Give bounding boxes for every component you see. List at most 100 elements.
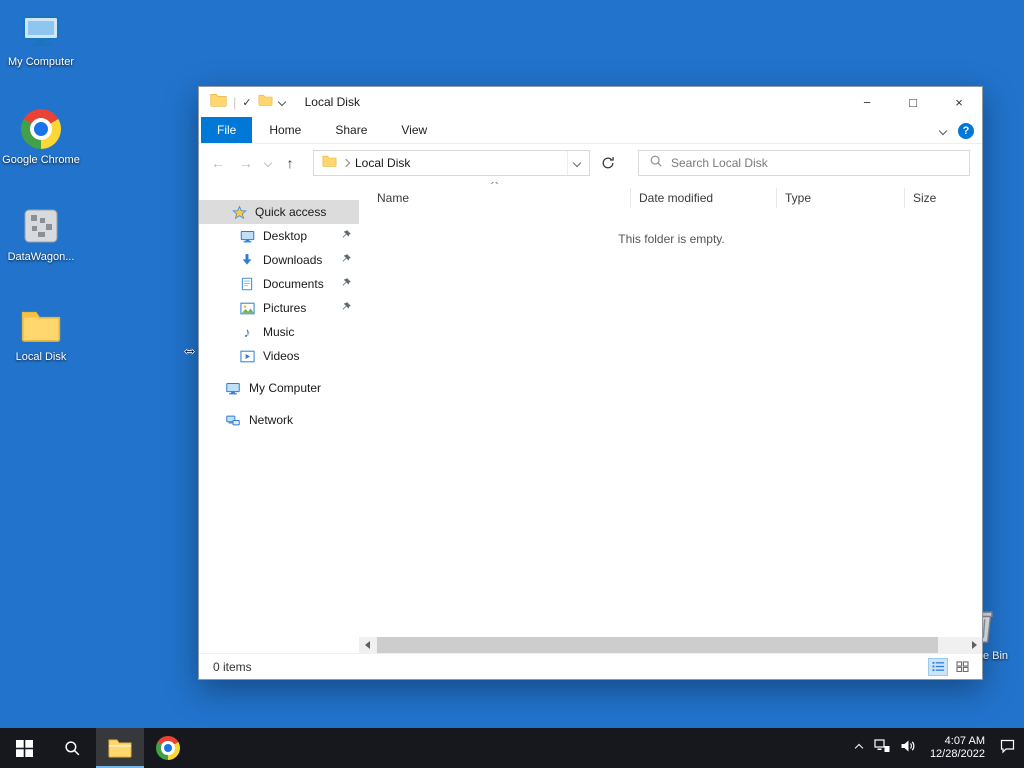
breadcrumb-location[interactable]: Local Disk: [355, 156, 561, 170]
sidebar-item-my-computer[interactable]: My Computer: [199, 376, 359, 400]
sidebar-item-documents[interactable]: Documents: [199, 272, 359, 296]
network-tray-icon[interactable]: [874, 738, 890, 758]
up-button[interactable]: ↑: [279, 155, 301, 171]
window-controls: − □ ×: [844, 87, 982, 117]
qat-separator: |: [233, 94, 237, 110]
scroll-left-button[interactable]: [359, 637, 375, 653]
large-icons-view-button[interactable]: [952, 658, 972, 676]
title-bar[interactable]: | ✓ Local Disk − □ ×: [199, 87, 982, 117]
sidebar-item-label: Quick access: [255, 205, 327, 219]
sidebar-item-label: Downloads: [263, 253, 323, 267]
column-headers: Name Date modified Type Size: [359, 188, 982, 208]
view-toggles: [928, 657, 972, 676]
back-button[interactable]: ←: [207, 155, 229, 171]
pictures-image-icon: [239, 300, 255, 316]
quick-access-star-icon: [231, 204, 247, 220]
column-header-size[interactable]: Size: [905, 188, 982, 208]
forward-button[interactable]: →: [235, 155, 257, 171]
taskbar: 4:07 AM 12/28/2022: [0, 728, 1024, 768]
search-input[interactable]: [671, 156, 961, 170]
status-bar: 0 items: [199, 653, 982, 679]
resize-cursor: ↔: [182, 341, 197, 358]
tab-home[interactable]: Home: [252, 117, 318, 143]
chrome-icon: [20, 108, 62, 150]
desktop-icon-label: Google Chrome: [2, 154, 80, 166]
sidebar-item-label: Desktop: [263, 229, 308, 243]
pin-icon: [340, 253, 353, 266]
desktop-icon-datawagon[interactable]: DataWagon...: [2, 205, 80, 264]
taskbar-chrome-button[interactable]: [144, 728, 192, 768]
address-bar[interactable]: Local Disk: [313, 150, 590, 176]
scrollbar-track[interactable]: [375, 637, 966, 653]
pin-icon: [340, 277, 353, 290]
details-view-button[interactable]: [928, 657, 948, 676]
qat-properties-icon[interactable]: ✓: [242, 96, 251, 109]
horizontal-scrollbar[interactable]: [359, 637, 982, 653]
breadcrumb-chevron-icon[interactable]: [341, 158, 351, 168]
videos-film-icon: [239, 348, 255, 364]
explorer-content: Quick access Desktop Downloads Documents…: [199, 182, 982, 637]
expand-ribbon-chevron-icon[interactable]: [938, 126, 948, 135]
pin-icon: [340, 301, 353, 314]
column-header-type[interactable]: Type: [777, 188, 905, 208]
desktop-icon-google-chrome[interactable]: Google Chrome: [2, 108, 80, 167]
sidebar-item-desktop[interactable]: Desktop: [199, 224, 359, 248]
taskbar-file-explorer-button[interactable]: [96, 728, 144, 768]
desktop-monitor-icon: [239, 228, 255, 244]
close-button[interactable]: ×: [936, 87, 982, 117]
search-box[interactable]: [638, 150, 970, 176]
sidebar-item-quick-access[interactable]: Quick access: [199, 200, 359, 224]
action-center-icon[interactable]: [999, 738, 1016, 759]
item-count: 0 items: [213, 659, 252, 674]
network-icon: [225, 412, 241, 428]
desktop-icon-my-computer[interactable]: My Computer: [2, 10, 80, 69]
tab-view[interactable]: View: [384, 117, 444, 143]
clock-date: 12/28/2022: [929, 748, 985, 760]
scrollbar-thumb[interactable]: [377, 637, 939, 653]
file-list-area: Name Date modified Type Size This folder…: [359, 182, 982, 637]
ribbon-right-controls: ?: [938, 117, 974, 144]
quick-access-toolbar: | ✓ Local Disk: [199, 93, 360, 112]
desktop-icon-local-disk[interactable]: Local Disk: [2, 305, 80, 364]
search-icon: [649, 154, 663, 173]
clock-time: 4:07 AM: [944, 735, 985, 747]
show-hidden-icons-chevron-icon[interactable]: [854, 743, 864, 753]
qat-new-folder-icon[interactable]: [258, 93, 273, 111]
folder-icon: [20, 305, 62, 347]
window-folder-icon: [210, 93, 227, 112]
computer-icon: [225, 380, 241, 396]
my-computer-icon: [20, 10, 62, 52]
address-folder-icon: [322, 154, 337, 172]
sidebar-item-pictures[interactable]: Pictures: [199, 296, 359, 320]
tab-file[interactable]: File: [201, 117, 253, 143]
taskbar-clock[interactable]: 4:07 AM 12/28/2022: [930, 735, 985, 761]
address-dropdown-button[interactable]: [567, 151, 585, 175]
refresh-button[interactable]: [596, 150, 620, 176]
sidebar-item-videos[interactable]: Videos: [199, 344, 359, 368]
empty-folder-message: This folder is empty.: [618, 232, 725, 246]
start-button[interactable]: [0, 728, 48, 768]
explorer-window: | ✓ Local Disk − □ × File Home Share Vie…: [198, 86, 983, 680]
column-header-date-modified[interactable]: Date modified: [631, 188, 777, 208]
volume-tray-icon[interactable]: [900, 739, 916, 758]
sidebar-item-downloads[interactable]: Downloads: [199, 248, 359, 272]
help-button[interactable]: ?: [958, 122, 974, 139]
sort-ascending-icon: [490, 182, 499, 188]
sidebar-item-music[interactable]: ♪ Music: [199, 320, 359, 344]
scroll-right-button[interactable]: [966, 637, 982, 653]
maximize-button[interactable]: □: [890, 87, 936, 117]
qat-customize-chevron-icon[interactable]: [277, 97, 286, 107]
music-note-icon: ♪: [243, 324, 251, 340]
tab-share[interactable]: Share: [318, 117, 384, 143]
sidebar-item-network[interactable]: Network: [199, 408, 359, 432]
sidebar-item-label: My Computer: [249, 381, 322, 395]
minimize-button[interactable]: −: [844, 87, 890, 117]
navigation-bar: ← → ↑ Local Disk: [199, 144, 982, 182]
recent-locations-chevron-icon[interactable]: [263, 158, 273, 168]
sidebar-item-label: Documents: [263, 277, 324, 291]
taskbar-search-button[interactable]: [48, 728, 96, 768]
sidebar-item-label: Pictures: [263, 301, 307, 315]
system-tray: 4:07 AM 12/28/2022: [854, 728, 1024, 768]
desktop-icon-label: Local Disk: [15, 351, 67, 363]
column-header-name[interactable]: Name: [359, 188, 631, 208]
